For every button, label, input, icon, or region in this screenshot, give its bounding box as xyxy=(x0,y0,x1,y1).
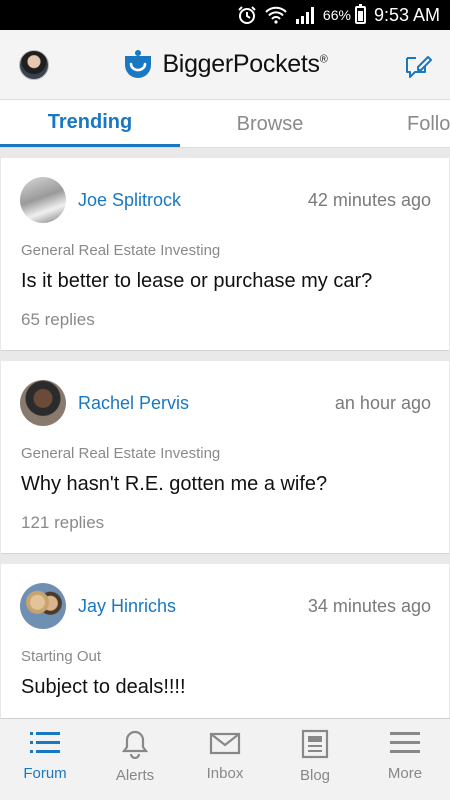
post-title[interactable]: Is it better to lease or purchase my car… xyxy=(21,270,372,293)
reply-count: 65 replies xyxy=(21,310,95,329)
alarm-icon xyxy=(237,5,257,25)
menu-icon xyxy=(390,732,420,753)
nav-label: Blog xyxy=(299,767,331,784)
brand-logo: BiggerPockets® xyxy=(122,49,328,81)
bell-icon xyxy=(121,730,149,759)
clock: 9:53 AM xyxy=(373,4,440,25)
compose-icon[interactable] xyxy=(404,52,432,83)
author-avatar[interactable] xyxy=(20,177,66,223)
nav-label: Forum xyxy=(23,765,67,782)
bottom-nav: Forum Alerts Inbox Blog More xyxy=(0,718,450,800)
pocket-logo-icon xyxy=(125,49,152,78)
battery-percent: 66% xyxy=(322,7,351,23)
tab-bar: Trending Browse Follo xyxy=(0,100,450,148)
post-card[interactable]: Rachel Pervis an hour ago General Real E… xyxy=(1,361,449,554)
profile-avatar[interactable] xyxy=(19,50,49,80)
author-avatar[interactable] xyxy=(20,583,66,629)
post-category: Starting Out xyxy=(21,648,102,665)
nav-blog[interactable]: Blog xyxy=(270,719,360,800)
list-icon xyxy=(30,732,60,753)
blog-icon xyxy=(301,729,329,759)
post-title[interactable]: Why hasn't R.E. gotten me a wife? xyxy=(21,473,327,496)
nav-more[interactable]: More xyxy=(360,719,450,800)
brand-name: BiggerPockets® xyxy=(162,50,328,78)
mail-icon xyxy=(209,732,241,755)
nav-label: More xyxy=(387,765,423,782)
nav-forum[interactable]: Forum xyxy=(0,719,90,800)
nav-label: Inbox xyxy=(206,765,244,782)
tab-browse[interactable]: Browse xyxy=(180,100,360,147)
post-category: General Real Estate Investing xyxy=(21,242,221,259)
author-avatar[interactable] xyxy=(20,380,66,426)
post-category: General Real Estate Investing xyxy=(21,445,221,462)
author-name[interactable]: Rachel Pervis xyxy=(78,393,189,414)
nav-inbox[interactable]: Inbox xyxy=(180,719,270,800)
nav-alerts[interactable]: Alerts xyxy=(90,719,180,800)
reply-count: 121 replies xyxy=(21,513,105,532)
tab-trending[interactable]: Trending xyxy=(0,100,180,147)
battery-icon xyxy=(354,4,366,24)
status-bar: 66% 9:53 AM xyxy=(0,0,450,30)
author-name[interactable]: Jay Hinrichs xyxy=(78,596,176,617)
post-time: an hour ago xyxy=(334,392,431,413)
nav-label: Alerts xyxy=(115,767,155,784)
post-time: 42 minutes ago xyxy=(307,189,431,210)
post-card[interactable]: Joe Splitrock 42 minutes ago General Rea… xyxy=(1,158,449,351)
post-title[interactable]: Subject to deals!!!! xyxy=(21,676,186,699)
tab-following[interactable]: Follo xyxy=(360,100,450,147)
app-header: BiggerPockets® xyxy=(0,30,450,100)
post-time: 34 minutes ago xyxy=(307,595,431,616)
post-feed: Joe Splitrock 42 minutes ago General Rea… xyxy=(0,158,450,718)
wifi-icon xyxy=(265,6,287,24)
author-name[interactable]: Joe Splitrock xyxy=(78,190,181,211)
signal-icon xyxy=(295,6,317,24)
post-card[interactable]: Jay Hinrichs 34 minutes ago Starting Out… xyxy=(1,564,449,718)
